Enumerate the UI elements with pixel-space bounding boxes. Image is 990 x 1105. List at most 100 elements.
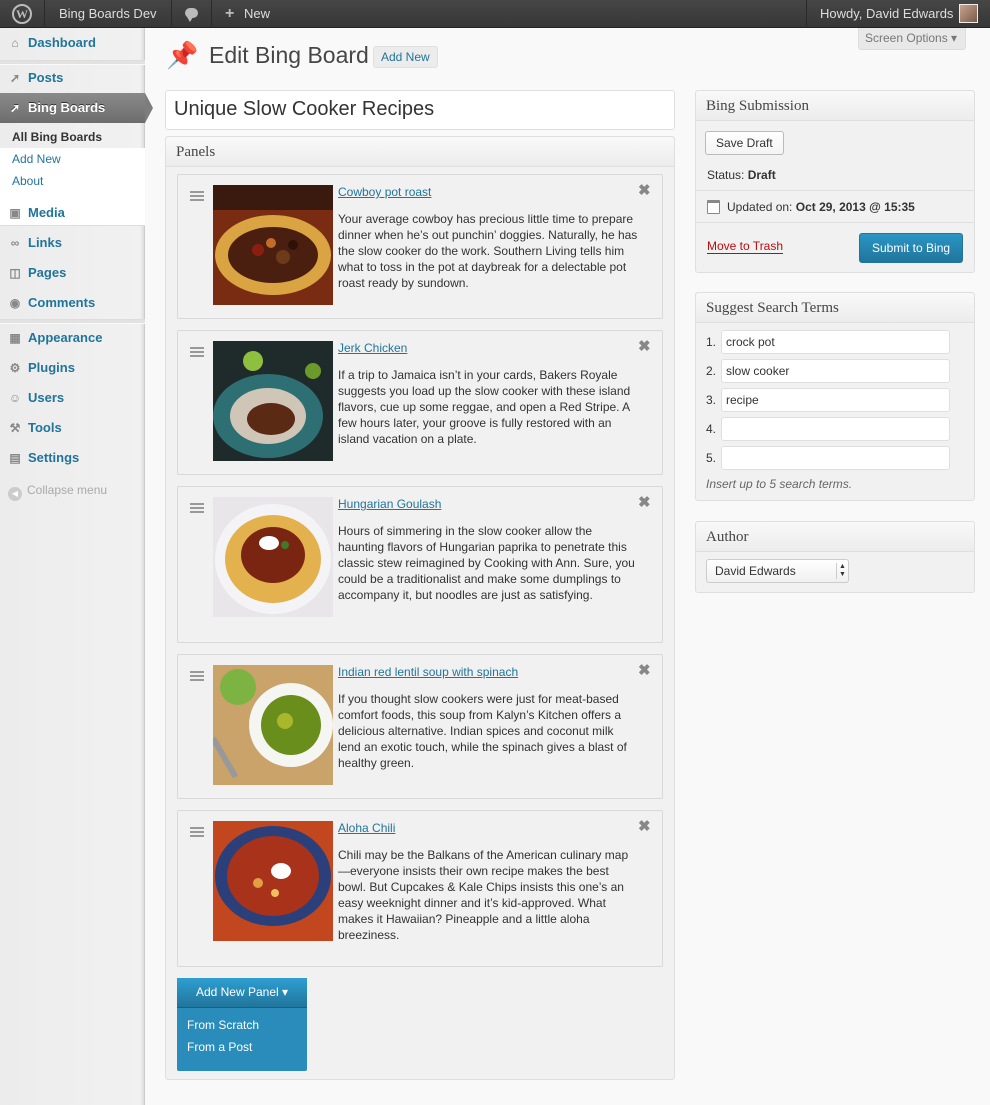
admin-bar-separator (806, 0, 807, 28)
sidebar-item-appearance[interactable]: ▦ Appearance (0, 323, 145, 353)
close-icon[interactable]: ✖ (638, 661, 651, 679)
sidebar-item-label: Bing Boards (28, 100, 106, 115)
drag-handle-icon[interactable] (190, 503, 204, 513)
page-title: Edit Bing Board (209, 42, 369, 68)
close-icon[interactable]: ✖ (638, 493, 651, 511)
panel-title-link[interactable]: Cowboy pot roast (338, 185, 431, 199)
sidebar-item-label: Tools (28, 420, 62, 435)
panel-thumbnail (213, 497, 333, 617)
search-term-input-2[interactable]: slow cooker (721, 359, 950, 383)
panel-thumbnail (213, 821, 333, 941)
comment-icon[interactable] (185, 8, 198, 22)
sidebar-item-label: Posts (28, 70, 64, 85)
site-name-link[interactable]: Bing Boards Dev (59, 0, 157, 28)
users-icon: ☺ (8, 391, 22, 405)
calendar-icon (707, 200, 720, 214)
sidebar-item-comments[interactable]: ◉ Comments (0, 288, 145, 318)
panel-thumbnail (213, 185, 333, 305)
panel-thumbnail (213, 665, 333, 785)
sidebar-item-label: Appearance (28, 330, 103, 345)
save-draft-button[interactable]: Save Draft (705, 131, 784, 155)
admin-bar-separator (44, 0, 45, 28)
term-number: 2. (706, 364, 717, 378)
post-title-input[interactable]: Unique Slow Cooker Recipes (165, 90, 675, 130)
comment-icon: ◉ (9, 296, 21, 310)
drag-handle-icon[interactable] (190, 191, 204, 201)
sidebar-item-dashboard[interactable]: ⌂ Dashboard (0, 28, 145, 58)
panel-title-link[interactable]: Hungarian Goulash (338, 497, 441, 511)
panel-title-link[interactable]: Aloha Chili (338, 821, 395, 835)
submenu-add-new[interactable]: Add New (12, 152, 61, 166)
close-icon[interactable]: ✖ (638, 337, 651, 355)
add-new-button[interactable]: Add New (373, 46, 438, 68)
close-icon[interactable]: ✖ (638, 181, 651, 199)
sidebar-item-plugins[interactable]: ⚙ Plugins (0, 353, 145, 383)
sidebar-item-posts[interactable]: ➚ Posts (0, 63, 145, 93)
sidebar-item-links[interactable]: ∞ Links (0, 228, 145, 258)
term-number: 3. (706, 393, 717, 407)
term-number: 1. (706, 335, 717, 349)
status-value: Draft (747, 168, 776, 182)
divider (696, 222, 974, 223)
sidebar-item-label: Links (28, 235, 62, 250)
admin-sidebar: ⌂ Dashboard ➚ Posts ➚ Bing Boards All Bi… (0, 28, 153, 1105)
pages-icon: ◫ (9, 266, 21, 280)
panel-title-link[interactable]: Indian red lentil soup with spinach (338, 665, 518, 679)
search-term-input-4[interactable] (721, 417, 950, 441)
tools-icon: ⚒ (9, 421, 21, 435)
add-panel-from-post[interactable]: From a Post (187, 1040, 252, 1054)
drag-handle-icon[interactable] (190, 827, 204, 837)
plus-icon[interactable]: + (225, 0, 234, 28)
panel-item: Cowboy pot roast Your average cowboy has… (177, 174, 663, 319)
avatar[interactable] (959, 4, 978, 23)
add-panel-from-scratch[interactable]: From Scratch (187, 1018, 259, 1032)
sidebar-item-pages[interactable]: ◫ Pages (0, 258, 145, 288)
pushpin-icon: 📌 (166, 40, 199, 70)
submit-to-bing-button[interactable]: Submit to Bing (859, 233, 964, 263)
admin-bar-separator (211, 0, 212, 28)
panel-description: Your average cowboy has precious little … (338, 212, 638, 290)
close-icon[interactable]: ✖ (638, 817, 651, 835)
search-term-input-1[interactable]: crock pot (721, 330, 950, 354)
author-metabox: Author David Edwards ▲ ▼ (695, 521, 975, 593)
panels-heading: Panels (166, 137, 674, 167)
status-label: Status: (707, 168, 745, 182)
submenu-all-bing-boards[interactable]: All Bing Boards (12, 130, 102, 144)
dashboard-icon: ⌂ (11, 36, 19, 50)
sidebar-item-label: Pages (28, 265, 67, 280)
term-number: 4. (706, 422, 717, 436)
plugin-icon: ⚙ (9, 361, 21, 375)
sidebar-item-tools[interactable]: ⚒ Tools (0, 413, 145, 443)
sidebar-item-label: Users (28, 390, 65, 405)
new-content-link[interactable]: New (244, 0, 270, 28)
search-term-input-3[interactable]: recipe (721, 388, 950, 412)
move-to-trash-link[interactable]: Move to Trash (707, 239, 784, 254)
panel-item: Jerk Chicken If a trip to Jamaica isn’t … (177, 330, 663, 475)
updated-text: Updated on: Oct 29, 2013 @ 15:35 (727, 200, 915, 214)
sidebar-item-bing-boards[interactable]: ➚ Bing Boards (0, 93, 153, 123)
updated-label: Updated on: (727, 200, 793, 214)
howdy-user-link[interactable]: Howdy, David Edwards (820, 0, 953, 28)
wordpress-icon[interactable]: W (12, 4, 32, 24)
submenu-about[interactable]: About (12, 174, 43, 188)
media-icon: ▣ (9, 206, 21, 220)
search-terms-metabox: Suggest Search Terms 1. crock pot 2. slo… (695, 292, 975, 501)
sidebar-item-label: Comments (28, 295, 96, 310)
screen-options-button[interactable]: Screen Options ▾ (858, 28, 966, 50)
panels-metabox: Panels Cowboy pot roast Your average cow… (165, 136, 675, 1080)
sidebar-item-users[interactable]: ☺ Users (0, 383, 145, 413)
author-select[interactable]: David Edwards ▲ ▼ (706, 559, 849, 583)
drag-handle-icon[interactable] (190, 671, 204, 681)
sidebar-item-media[interactable]: ▣ Media (0, 198, 145, 228)
select-arrows-icon: ▲ ▼ (836, 563, 848, 579)
collapse-arrow-icon: ◀ (8, 487, 22, 501)
collapse-menu-button[interactable]: ◀ Collapse menu (8, 483, 107, 501)
sidebar-item-label: Dashboard (28, 35, 96, 50)
drag-handle-icon[interactable] (190, 347, 204, 357)
panel-title-link[interactable]: Jerk Chicken (338, 341, 407, 355)
add-new-panel-button[interactable]: Add New Panel ▾ (177, 978, 307, 1008)
admin-bar-separator (171, 0, 172, 28)
search-term-input-5[interactable] (721, 446, 950, 470)
sidebar-item-settings[interactable]: ▤ Settings (0, 443, 145, 473)
sidebar-item-label: Plugins (28, 360, 75, 375)
